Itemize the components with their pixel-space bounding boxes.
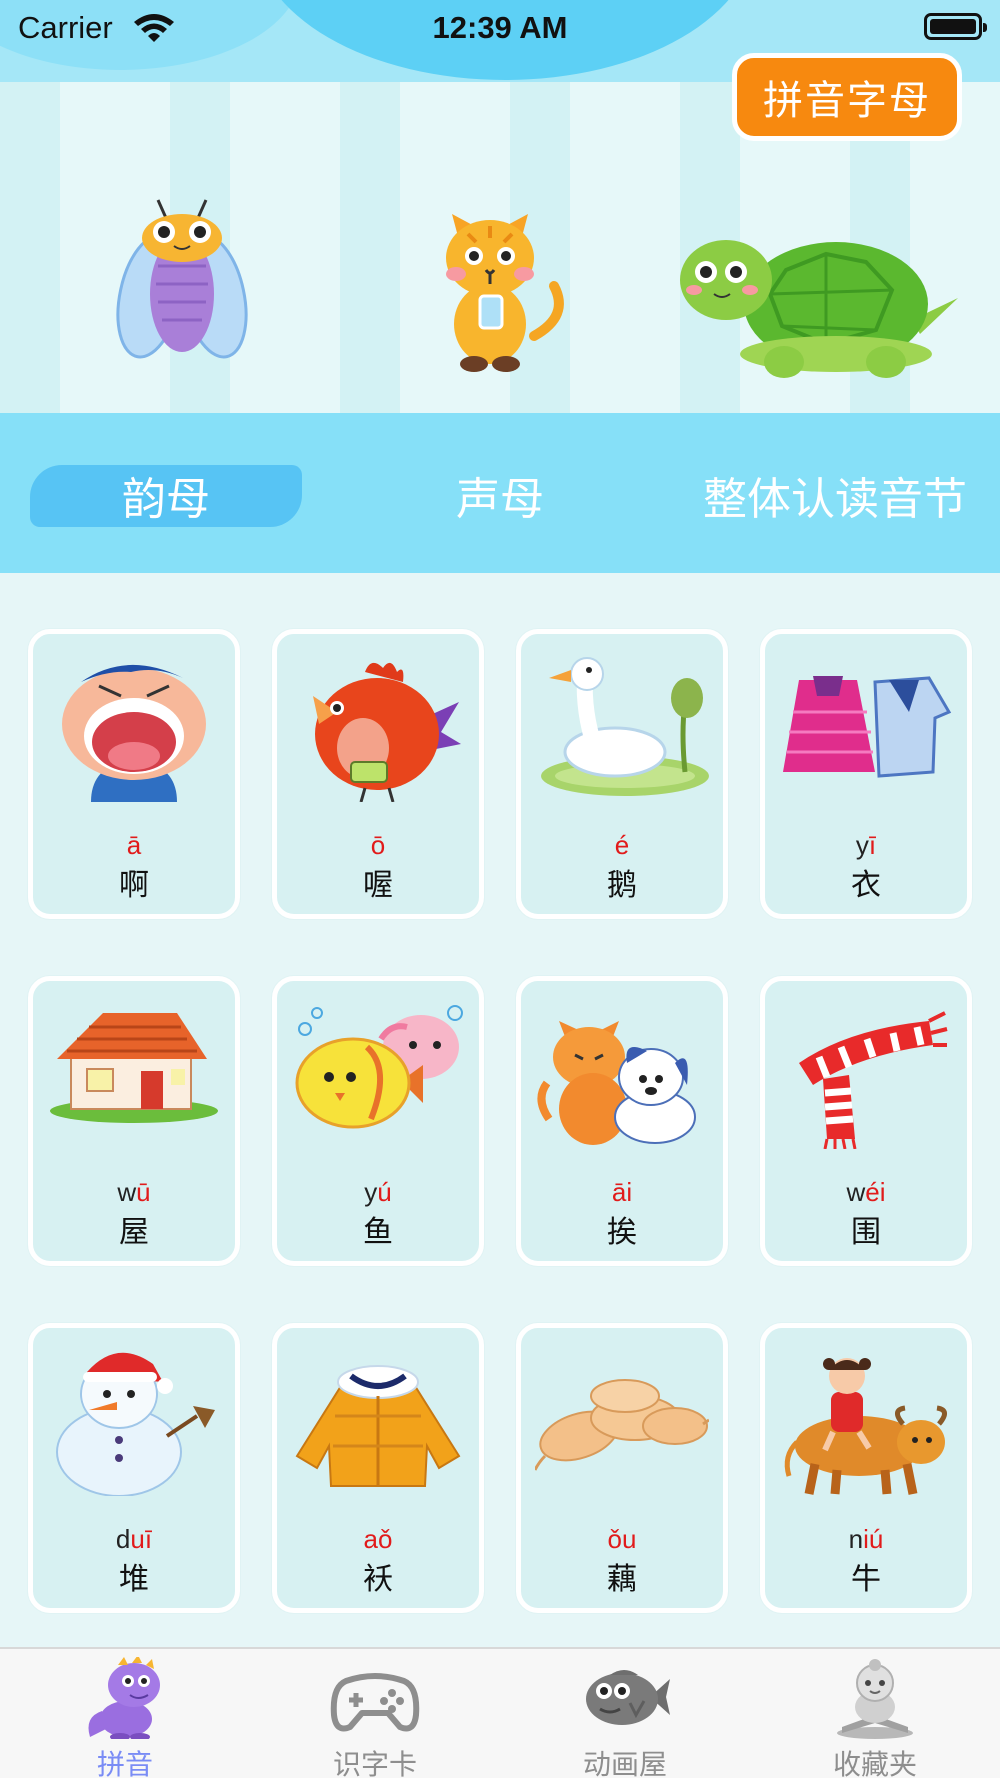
boy-open-mouth-icon xyxy=(47,652,221,802)
tabbar-flashcards[interactable]: 识字卡 xyxy=(250,1649,500,1778)
card-wu[interactable]: wū 屋 xyxy=(28,976,240,1266)
coat-icon xyxy=(291,1346,465,1496)
pinyin-label: ā xyxy=(126,830,142,860)
fish-icon xyxy=(291,999,465,1149)
pinyin-label: é xyxy=(614,830,630,860)
pinyin-label: niú xyxy=(848,1524,884,1554)
pinyin-label: wū xyxy=(117,1177,151,1207)
reading-kid-icon xyxy=(830,1657,920,1739)
hanzi-label: 鹅 xyxy=(607,868,637,903)
pinyin-label: aǒ xyxy=(363,1524,393,1554)
dinosaur-icon xyxy=(80,1655,170,1741)
card-o[interactable]: ō 喔 xyxy=(272,629,484,919)
gamepad-icon xyxy=(330,1657,420,1739)
pinyin-alphabet-button[interactable]: 拼音字母 xyxy=(732,53,962,141)
status-bar: Carrier 12:39 AM xyxy=(0,0,1000,56)
card-wei[interactable]: wéi 围 xyxy=(760,976,972,1266)
lotus-root-icon xyxy=(533,1346,710,1496)
hanzi-label: 喔 xyxy=(363,868,393,903)
tabbar-favorites[interactable]: 收藏夹 xyxy=(750,1649,1000,1778)
pinyin-label: ō xyxy=(370,830,386,860)
pinyin-label: yī xyxy=(855,830,877,860)
hanzi-label: 袄 xyxy=(363,1562,393,1597)
hanzi-label: 堆 xyxy=(119,1562,149,1597)
goose-icon xyxy=(535,652,709,802)
card-yu[interactable]: yú 鱼 xyxy=(272,976,484,1266)
cicada-icon xyxy=(112,196,252,376)
category-tabs: 韵母 声母 整体认读音节 xyxy=(0,413,1000,573)
battery-icon xyxy=(924,13,987,40)
hanzi-label: 牛 xyxy=(851,1562,881,1597)
hanzi-label: 衣 xyxy=(851,868,881,903)
cat-and-dog-icon xyxy=(535,999,709,1149)
pinyin-card-grid: ā 啊 ō 喔 é 鹅 yī 衣 wū 屋 yú 鱼 āi 挨 wéi 围 du… xyxy=(0,573,1000,1647)
pinyin-label: wéi xyxy=(846,1177,886,1207)
card-a[interactable]: ā 啊 xyxy=(28,629,240,919)
hanzi-label: 围 xyxy=(851,1215,881,1250)
house-icon xyxy=(47,999,221,1149)
tabbar-animation[interactable]: 动画屋 xyxy=(500,1649,750,1778)
turtle-icon xyxy=(676,230,962,380)
hanzi-label: 屋 xyxy=(119,1215,149,1250)
tabbar-label: 拼音 xyxy=(96,1748,153,1778)
hanzi-label: 挨 xyxy=(607,1215,637,1250)
card-e[interactable]: é 鹅 xyxy=(516,629,728,919)
pinyin-label: yú xyxy=(364,1177,392,1207)
pinyin-label: ǒu xyxy=(607,1524,637,1554)
pinyin-label: āi xyxy=(611,1177,633,1207)
header-banner: Carrier 12:39 AM 拼音字母 xyxy=(0,0,1000,413)
girl-on-ox-icon xyxy=(779,1346,953,1496)
tab-whole-syllables[interactable]: 整体认读音节 xyxy=(690,459,980,531)
card-niu[interactable]: niú 牛 xyxy=(760,1323,972,1613)
bottom-tab-bar: 拼音 识字卡 动画屋 收藏夹 xyxy=(0,1647,1000,1778)
card-ou[interactable]: ǒu 藕 xyxy=(516,1323,728,1613)
fish-icon xyxy=(580,1657,670,1739)
card-ai[interactable]: āi 挨 xyxy=(516,976,728,1266)
tab-finals[interactable]: 韵母 xyxy=(30,459,302,531)
tabbar-label: 识字卡 xyxy=(332,1748,417,1778)
tabbar-pinyin[interactable]: 拼音 xyxy=(0,1649,250,1778)
tabbar-label: 动画屋 xyxy=(582,1748,667,1778)
hanzi-label: 鱼 xyxy=(363,1215,393,1250)
card-yi[interactable]: yī 衣 xyxy=(760,629,972,919)
scarf-icon xyxy=(779,999,953,1150)
clothes-icon xyxy=(779,652,953,802)
hanzi-label: 藕 xyxy=(607,1562,637,1597)
card-ao[interactable]: aǒ 袄 xyxy=(272,1323,484,1613)
card-dui[interactable]: duī 堆 xyxy=(28,1323,240,1613)
hanzi-label: 啊 xyxy=(119,868,149,903)
rooster-icon xyxy=(291,652,465,803)
clock: 12:39 AM xyxy=(432,10,568,45)
snowman-icon xyxy=(47,1346,221,1497)
tabbar-label: 收藏夹 xyxy=(832,1748,917,1778)
tab-initials[interactable]: 声母 xyxy=(400,459,600,531)
cat-icon xyxy=(430,196,570,376)
pinyin-label: duī xyxy=(115,1524,153,1554)
